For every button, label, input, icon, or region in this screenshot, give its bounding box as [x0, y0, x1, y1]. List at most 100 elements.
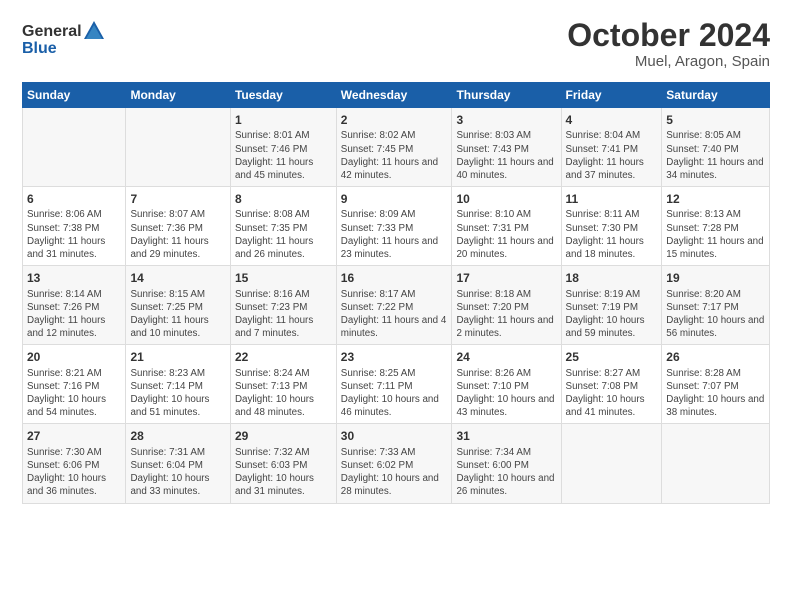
cell-info: Sunrise: 8:06 AM Sunset: 7:38 PM Dayligh… [27, 208, 121, 261]
header: General Blue October 2024 Muel, Aragon, … [22, 18, 770, 70]
logo-block: General Blue [22, 18, 112, 63]
day-number: 24 [456, 349, 556, 365]
week-row-3: 13 Sunrise: 8:14 AM Sunset: 7:26 PM Dayli… [23, 266, 770, 345]
cell-info: Sunrise: 8:13 AM Sunset: 7:28 PM Dayligh… [666, 208, 765, 261]
calendar-cell [561, 424, 662, 503]
day-number: 22 [235, 349, 332, 365]
calendar-cell: 23 Sunrise: 8:25 AM Sunset: 7:11 PM Dayli… [336, 345, 452, 424]
col-header-saturday: Saturday [662, 83, 770, 108]
calendar-cell: 26Sunrise: 8:28 AM Sunset: 7:07 PM Dayli… [662, 345, 770, 424]
cell-info: Sunrise: 8:02 AM Sunset: 7:45 PM Dayligh… [341, 129, 448, 182]
col-header-monday: Monday [126, 83, 231, 108]
col-header-friday: Friday [561, 83, 662, 108]
day-number: 27 [27, 428, 121, 444]
cell-info: Sunrise: 8:20 AM Sunset: 7:17 PM Dayligh… [666, 288, 765, 341]
calendar-table: SundayMondayTuesdayWednesdayThursdayFrid… [22, 82, 770, 503]
cell-info: Sunrise: 8:17 AM Sunset: 7:22 PM Dayligh… [341, 288, 448, 341]
cell-info: Sunrise: 8:25 AM Sunset: 7:11 PM Dayligh… [341, 367, 448, 420]
cell-info: Sunrise: 7:33 AM Sunset: 6:02 PM Dayligh… [341, 446, 448, 499]
cell-info: Sunrise: 8:08 AM Sunset: 7:35 PM Dayligh… [235, 208, 332, 261]
cell-info: Sunrise: 8:16 AM Sunset: 7:23 PM Dayligh… [235, 288, 332, 341]
calendar-cell: 28 Sunrise: 7:31 AM Sunset: 6:04 PM Dayli… [126, 424, 231, 503]
day-number: 17 [456, 270, 556, 286]
col-header-thursday: Thursday [452, 83, 561, 108]
col-header-wednesday: Wednesday [336, 83, 452, 108]
day-number: 30 [341, 428, 448, 444]
cell-info: Sunrise: 7:31 AM Sunset: 6:04 PM Dayligh… [130, 446, 226, 499]
calendar-cell: 10Sunrise: 8:10 AM Sunset: 7:31 PM Dayli… [452, 187, 561, 266]
calendar-cell: 16Sunrise: 8:17 AM Sunset: 7:22 PM Dayli… [336, 266, 452, 345]
cell-info: Sunrise: 8:23 AM Sunset: 7:14 PM Dayligh… [130, 367, 226, 420]
cell-info: Sunrise: 8:10 AM Sunset: 7:31 PM Dayligh… [456, 208, 556, 261]
calendar-cell: 19Sunrise: 8:20 AM Sunset: 7:17 PM Dayli… [662, 266, 770, 345]
cell-info: Sunrise: 8:27 AM Sunset: 7:08 PM Dayligh… [566, 367, 658, 420]
day-number: 18 [566, 270, 658, 286]
svg-text:Blue: Blue [22, 40, 57, 57]
cell-info: Sunrise: 8:28 AM Sunset: 7:07 PM Dayligh… [666, 367, 765, 420]
cell-info: Sunrise: 8:05 AM Sunset: 7:40 PM Dayligh… [666, 129, 765, 182]
calendar-cell: 9Sunrise: 8:09 AM Sunset: 7:33 PM Daylig… [336, 187, 452, 266]
week-row-1: 1Sunrise: 8:01 AM Sunset: 7:46 PM Daylig… [23, 108, 770, 187]
svg-text:General: General [22, 23, 82, 40]
day-number: 25 [566, 349, 658, 365]
day-number: 21 [130, 349, 226, 365]
cell-info: Sunrise: 7:34 AM Sunset: 6:00 PM Dayligh… [456, 446, 556, 499]
day-number: 3 [456, 112, 556, 128]
calendar-cell: 27 Sunrise: 7:30 AM Sunset: 6:06 PM Dayli… [23, 424, 126, 503]
calendar-cell: 5Sunrise: 8:05 AM Sunset: 7:40 PM Daylig… [662, 108, 770, 187]
cell-info: Sunrise: 8:18 AM Sunset: 7:20 PM Dayligh… [456, 288, 556, 341]
cell-info: Sunrise: 8:07 AM Sunset: 7:36 PM Dayligh… [130, 208, 226, 261]
day-number: 1 [235, 112, 332, 128]
cell-info: Sunrise: 8:19 AM Sunset: 7:19 PM Dayligh… [566, 288, 658, 341]
day-number: 20 [27, 349, 121, 365]
calendar-cell: 15 Sunrise: 8:16 AM Sunset: 7:23 PM Dayli… [230, 266, 336, 345]
day-number: 14 [130, 270, 226, 286]
cell-info: Sunrise: 8:14 AM Sunset: 7:26 PM Dayligh… [27, 288, 121, 341]
day-number: 10 [456, 191, 556, 207]
header-row: SundayMondayTuesdayWednesdayThursdayFrid… [23, 83, 770, 108]
calendar-cell [23, 108, 126, 187]
calendar-cell: 18 Sunrise: 8:19 AM Sunset: 7:19 PM Dayli… [561, 266, 662, 345]
calendar-cell: 14Sunrise: 8:15 AM Sunset: 7:25 PM Dayli… [126, 266, 231, 345]
day-number: 8 [235, 191, 332, 207]
calendar-cell: 11Sunrise: 8:11 AM Sunset: 7:30 PM Dayli… [561, 187, 662, 266]
calendar-cell: 22Sunrise: 8:24 AM Sunset: 7:13 PM Dayli… [230, 345, 336, 424]
calendar-cell: 29Sunrise: 7:32 AM Sunset: 6:03 PM Dayli… [230, 424, 336, 503]
calendar-cell: 13 Sunrise: 8:14 AM Sunset: 7:26 PM Dayli… [23, 266, 126, 345]
calendar-cell: 17 Sunrise: 8:18 AM Sunset: 7:20 PM Dayli… [452, 266, 561, 345]
day-number: 29 [235, 428, 332, 444]
week-row-2: 6Sunrise: 8:06 AM Sunset: 7:38 PM Daylig… [23, 187, 770, 266]
calendar-cell: 24Sunrise: 8:26 AM Sunset: 7:10 PM Dayli… [452, 345, 561, 424]
calendar-cell: 31 Sunrise: 7:34 AM Sunset: 6:00 PM Dayli… [452, 424, 561, 503]
col-header-sunday: Sunday [23, 83, 126, 108]
day-number: 15 [235, 270, 332, 286]
calendar-cell: 4Sunrise: 8:04 AM Sunset: 7:41 PM Daylig… [561, 108, 662, 187]
day-number: 11 [566, 191, 658, 207]
cell-info: Sunrise: 8:03 AM Sunset: 7:43 PM Dayligh… [456, 129, 556, 182]
day-number: 12 [666, 191, 765, 207]
day-number: 6 [27, 191, 121, 207]
location: Muel, Aragon, Spain [567, 53, 770, 70]
day-number: 31 [456, 428, 556, 444]
day-number: 23 [341, 349, 448, 365]
calendar-cell: 1Sunrise: 8:01 AM Sunset: 7:46 PM Daylig… [230, 108, 336, 187]
cell-info: Sunrise: 8:04 AM Sunset: 7:41 PM Dayligh… [566, 129, 658, 182]
calendar-cell: 7Sunrise: 8:07 AM Sunset: 7:36 PM Daylig… [126, 187, 231, 266]
calendar-cell: 25 Sunrise: 8:27 AM Sunset: 7:08 PM Dayli… [561, 345, 662, 424]
logo-svg: General Blue [22, 18, 112, 58]
cell-info: Sunrise: 7:30 AM Sunset: 6:06 PM Dayligh… [27, 446, 121, 499]
day-number: 28 [130, 428, 226, 444]
week-row-4: 20Sunrise: 8:21 AM Sunset: 7:16 PM Dayli… [23, 345, 770, 424]
day-number: 13 [27, 270, 121, 286]
day-number: 5 [666, 112, 765, 128]
day-number: 9 [341, 191, 448, 207]
month-title: October 2024 [567, 18, 770, 53]
cell-info: Sunrise: 8:11 AM Sunset: 7:30 PM Dayligh… [566, 208, 658, 261]
calendar-cell: 6Sunrise: 8:06 AM Sunset: 7:38 PM Daylig… [23, 187, 126, 266]
calendar-cell: 2Sunrise: 8:02 AM Sunset: 7:45 PM Daylig… [336, 108, 452, 187]
cell-info: Sunrise: 8:01 AM Sunset: 7:46 PM Dayligh… [235, 129, 332, 182]
title-block: October 2024 Muel, Aragon, Spain [567, 18, 770, 70]
calendar-cell: 3Sunrise: 8:03 AM Sunset: 7:43 PM Daylig… [452, 108, 561, 187]
col-header-tuesday: Tuesday [230, 83, 336, 108]
page: General Blue October 2024 Muel, Aragon, … [0, 0, 792, 514]
